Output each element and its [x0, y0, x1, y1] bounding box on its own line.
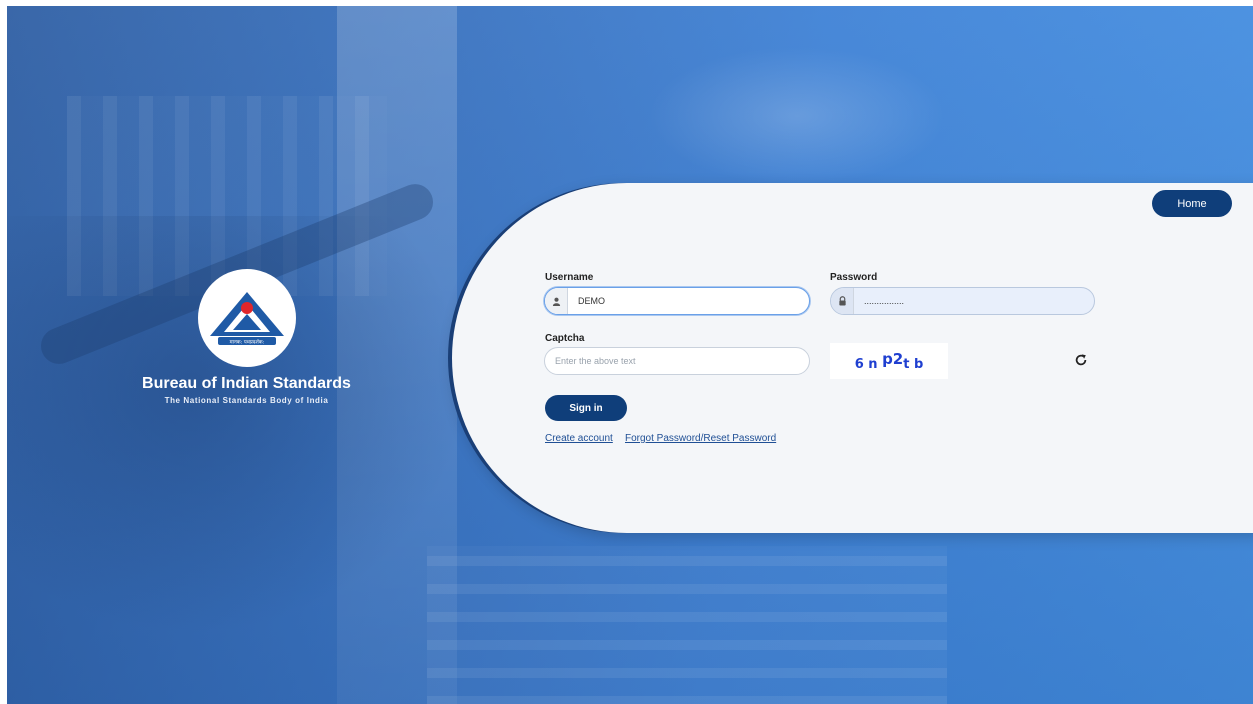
brand-block: मानक: पथप्रदर्शक: Bureau of Indian Stand… — [134, 269, 359, 405]
bg-light — [647, 46, 947, 186]
brand-subtitle: The National Standards Body of India — [164, 396, 329, 405]
captcha-input[interactable]: Enter the above text — [544, 347, 810, 375]
logo-text: मानक: पथप्रदर्शक: — [229, 339, 264, 346]
username-field[interactable]: DEMO — [544, 287, 810, 315]
refresh-icon[interactable] — [1074, 353, 1090, 369]
brand-title: Bureau of Indian Standards — [142, 375, 351, 392]
bis-logo-icon: मानक: पथप्रदर्शक: — [197, 269, 296, 367]
captcha-placeholder: Enter the above text — [555, 356, 636, 366]
captcha-image: 6 n p2t b — [830, 343, 948, 379]
bg-machine-base — [427, 546, 947, 704]
password-value: ................ — [864, 296, 905, 306]
create-account-link[interactable]: Create account — [545, 433, 613, 444]
forgot-password-link[interactable]: Forgot Password/Reset Password — [625, 433, 776, 444]
username-label: Username — [545, 272, 594, 283]
username-value: DEMO — [578, 296, 605, 306]
login-card: Home Username DEMO Password ............… — [452, 183, 1253, 533]
page-background: मानक: पथप्रदर्शक: Bureau of Indian Stand… — [7, 6, 1253, 704]
password-field[interactable]: ................ — [830, 287, 1095, 315]
captcha-text-big: p2 — [882, 350, 904, 368]
lock-icon — [831, 288, 854, 314]
home-button[interactable]: Home — [1152, 190, 1232, 217]
sign-in-button[interactable]: Sign in — [545, 395, 627, 421]
user-icon — [545, 288, 568, 314]
captcha-text-post: t b — [903, 357, 924, 372]
captcha-text-pre: 6 n — [854, 357, 883, 372]
password-label: Password — [830, 272, 878, 283]
captcha-label: Captcha — [545, 333, 585, 344]
